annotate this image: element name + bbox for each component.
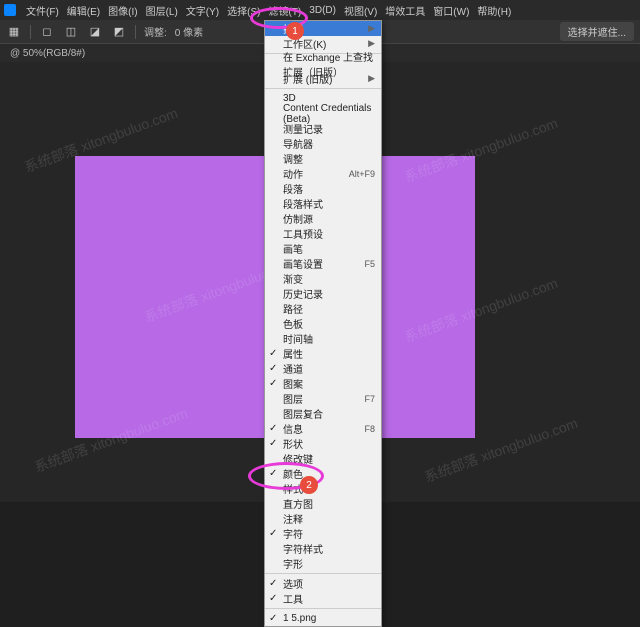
menu-image[interactable]: 图像(I) [104, 3, 141, 18]
menu-item[interactable]: Content Credentials (Beta) [265, 106, 381, 121]
separator [30, 25, 31, 39]
menu-item[interactable]: 仿制源 [265, 211, 381, 226]
menu-item-label: 通道 [283, 361, 303, 376]
menu-item-label: 调整 [283, 151, 303, 166]
menu-item-label: 1 5.png [283, 613, 316, 624]
annotation-marker-1: 1 [286, 22, 304, 40]
menu-shortcut: F5 [364, 259, 375, 269]
menu-item-label: 图层 [283, 391, 303, 406]
menu-item[interactable]: 导航器 [265, 136, 381, 151]
menu-item-label: 历史记录 [283, 286, 323, 301]
menu-item-label: 扩展 (旧版) [283, 71, 332, 86]
selection-add-icon[interactable]: ◫ [63, 24, 79, 40]
menu-item-label: 图案 [283, 376, 303, 391]
menu-item-label: 色板 [283, 316, 303, 331]
menu-item[interactable]: 图案 [265, 376, 381, 391]
menu-shortcut: Alt+F9 [349, 169, 375, 179]
menu-item-label: 形状 [283, 436, 303, 451]
menu-item-label: 画笔设置 [283, 256, 323, 271]
menu-item[interactable]: 渐变 [265, 271, 381, 286]
menu-item[interactable]: 1 5.png [265, 611, 381, 626]
menu-item[interactable]: 画笔 [265, 241, 381, 256]
selection-new-icon[interactable]: ◻ [39, 24, 55, 40]
menu-item[interactable]: 段落 [265, 181, 381, 196]
menu-item-label: 仿制源 [283, 211, 313, 226]
menu-item[interactable]: 字符样式 [265, 541, 381, 556]
menu-help[interactable]: 帮助(H) [473, 3, 515, 18]
menu-item[interactable]: 段落样式 [265, 196, 381, 211]
menu-item[interactable]: 时间轴 [265, 331, 381, 346]
menu-window[interactable]: 窗口(W) [429, 3, 473, 18]
select-and-mask-button[interactable]: 选择并遮住... [560, 22, 634, 41]
menu-item-label: 注释 [283, 511, 303, 526]
menu-item-label: 工具 [283, 591, 303, 606]
menu-edit[interactable]: 编辑(E) [63, 3, 104, 18]
menu-item-label: 直方图 [283, 496, 313, 511]
menu-item[interactable]: 注释 [265, 511, 381, 526]
menu-item[interactable]: 图层 F7 [265, 391, 381, 406]
menu-item-label: 信息 [283, 421, 303, 436]
submenu-arrow-icon: ▶ [368, 73, 375, 84]
menu-item-label: 工具预设 [283, 226, 323, 241]
window-menu-dropdown: 排列▶工作区(K)▶在 Exchange 上查找扩展（旧版）扩展 (旧版)▶3D… [264, 20, 382, 627]
menu-item-label: 字形 [283, 556, 303, 571]
menu-item[interactable]: 通道 [265, 361, 381, 376]
menu-item[interactable]: 工具预设 [265, 226, 381, 241]
menu-item[interactable]: 色板 [265, 316, 381, 331]
menu-item-label: 段落样式 [283, 196, 323, 211]
annotation-marker-2: 2 [300, 476, 318, 494]
menu-layer[interactable]: 图层(L) [142, 3, 182, 18]
menu-item-label: 画笔 [283, 241, 303, 256]
submenu-arrow-icon: ▶ [368, 23, 375, 34]
menu-type[interactable]: 文字(Y) [182, 3, 223, 18]
menu-item[interactable]: 字形 [265, 556, 381, 571]
menu-item-label: 段落 [283, 181, 303, 196]
menu-item[interactable]: 信息 F8 [265, 421, 381, 436]
feather-label: 调整: [144, 24, 167, 39]
menu-item[interactable]: 字符 [265, 526, 381, 541]
selection-intersect-icon[interactable]: ◩ [111, 24, 127, 40]
menu-item[interactable]: 扩展 (旧版) ▶ [265, 71, 381, 86]
menu-item[interactable]: 直方图 [265, 496, 381, 511]
menu-item[interactable]: 画笔设置 F5 [265, 256, 381, 271]
menu-item-label: 动作 [283, 166, 303, 181]
menu-item[interactable]: 在 Exchange 上查找扩展（旧版） [265, 56, 381, 71]
submenu-arrow-icon: ▶ [368, 38, 375, 49]
menu-item[interactable]: 图层复合 [265, 406, 381, 421]
menu-item-label: 图层复合 [283, 406, 323, 421]
menu-view[interactable]: 视图(V) [340, 3, 381, 18]
menu-item[interactable]: 选项 [265, 576, 381, 591]
menu-item[interactable]: 历史记录 [265, 286, 381, 301]
menu-3d[interactable]: 3D(D) [305, 5, 340, 16]
separator [135, 25, 136, 39]
menu-item-label: 路径 [283, 301, 303, 316]
selection-subtract-icon[interactable]: ◪ [87, 24, 103, 40]
menu-file[interactable]: 文件(F) [22, 3, 63, 18]
menu-item-label: 渐变 [283, 271, 303, 286]
menu-item[interactable]: 调整 [265, 151, 381, 166]
menu-item-label: 测量记录 [283, 121, 323, 136]
menu-item-label: 时间轴 [283, 331, 313, 346]
feather-value[interactable]: 0 像素 [175, 24, 203, 39]
menu-item-label: 字符 [283, 526, 303, 541]
menu-item[interactable]: 属性 [265, 346, 381, 361]
menu-item[interactable]: 路径 [265, 301, 381, 316]
menu-bar: 文件(F) 编辑(E) 图像(I) 图层(L) 文字(Y) 选择(S) 滤镜(T… [0, 0, 640, 20]
menu-shortcut: F7 [364, 394, 375, 404]
menu-item[interactable]: 动作 Alt+F9 [265, 166, 381, 181]
menu-item[interactable]: 形状 [265, 436, 381, 451]
menu-item-label: 导航器 [283, 136, 313, 151]
menu-item-label: 属性 [283, 346, 303, 361]
menu-item[interactable]: 测量记录 [265, 121, 381, 136]
menu-item-label: 选项 [283, 576, 303, 591]
menu-item[interactable]: 工具 [265, 591, 381, 606]
menu-plugins[interactable]: 增效工具 [381, 3, 429, 18]
menu-shortcut: F8 [364, 424, 375, 434]
tool-icon[interactable]: ▦ [6, 24, 22, 40]
menu-item-label: 字符样式 [283, 541, 323, 556]
app-logo-icon [4, 4, 16, 16]
